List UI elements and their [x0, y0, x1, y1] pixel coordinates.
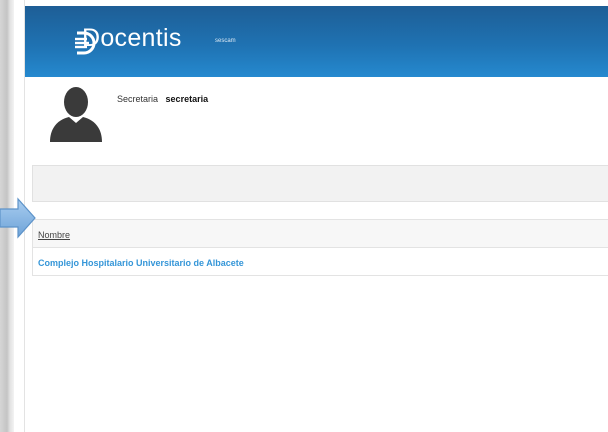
user-name: secretaria: [165, 94, 209, 104]
user-info: Secretaria secretaria: [117, 94, 208, 104]
brand-name[interactable]: Docentis: [82, 24, 182, 52]
table-header: Nombre: [33, 220, 608, 248]
column-header-nombre[interactable]: Nombre: [38, 230, 70, 240]
user-avatar-icon: [50, 87, 102, 142]
tenant-label: sescam: [215, 38, 236, 44]
arrow-right-icon: [0, 197, 36, 239]
centers-table: Nombre Complejo Hospitalario Universitar…: [32, 219, 608, 276]
filter-panel: [32, 165, 608, 202]
user-role: Secretaria: [117, 94, 159, 104]
table-row-link[interactable]: Complejo Hospitalario Universitario de A…: [38, 258, 244, 268]
